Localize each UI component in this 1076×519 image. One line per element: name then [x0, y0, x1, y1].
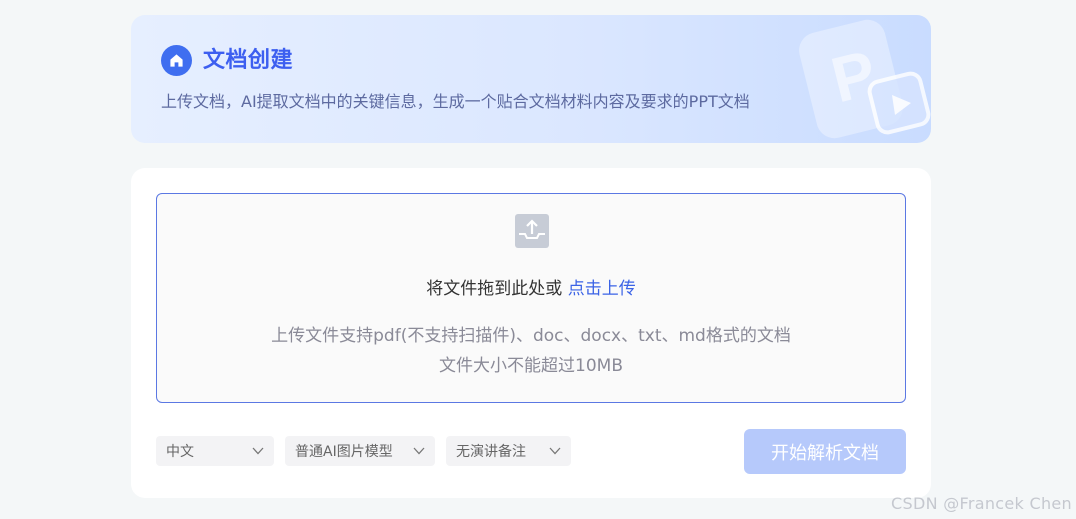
watermark: CSDN @Francek Chen: [891, 494, 1072, 513]
start-parse-button[interactable]: 开始解析文档: [744, 429, 906, 474]
ppt-play-icon: P: [799, 19, 931, 139]
drop-prompt-text: 将文件拖到此处或: [426, 279, 568, 299]
drop-prompt: 将文件拖到此处或 点击上传: [157, 277, 905, 301]
click-upload-link[interactable]: 点击上传: [568, 279, 636, 299]
chevron-down-icon: [252, 447, 264, 455]
upload-panel: 将文件拖到此处或 点击上传 上传文件支持pdf(不支持扫描件)、doc、docx…: [131, 168, 931, 498]
file-dropzone[interactable]: 将文件拖到此处或 点击上传 上传文件支持pdf(不支持扫描件)、doc、docx…: [156, 193, 906, 403]
upload-icon: [515, 214, 549, 248]
image-model-select[interactable]: 普通AI图片模型: [285, 436, 435, 466]
image-model-select-value: 普通AI图片模型: [295, 444, 393, 460]
home-icon: [161, 45, 192, 76]
format-hint: 上传文件支持pdf(不支持扫描件)、doc、docx、txt、md格式的文档: [271, 326, 791, 346]
header-banner: 文档创建 上传文档，AI提取文档中的关键信息，生成一个贴合文档材料内容及要求的P…: [131, 15, 931, 143]
chevron-down-icon: [413, 447, 425, 455]
speaker-notes-select-value: 无演讲备注: [456, 444, 526, 460]
size-hint: 文件大小不能超过10MB: [439, 356, 623, 376]
language-select-value: 中文: [166, 444, 194, 460]
language-select[interactable]: 中文: [156, 436, 274, 466]
page-title: 文档创建: [203, 48, 294, 73]
speaker-notes-select[interactable]: 无演讲备注: [446, 436, 571, 466]
page-subtitle: 上传文档，AI提取文档中的关键信息，生成一个贴合文档材料内容及要求的PPT文档: [161, 92, 750, 111]
chevron-down-icon: [549, 447, 561, 455]
